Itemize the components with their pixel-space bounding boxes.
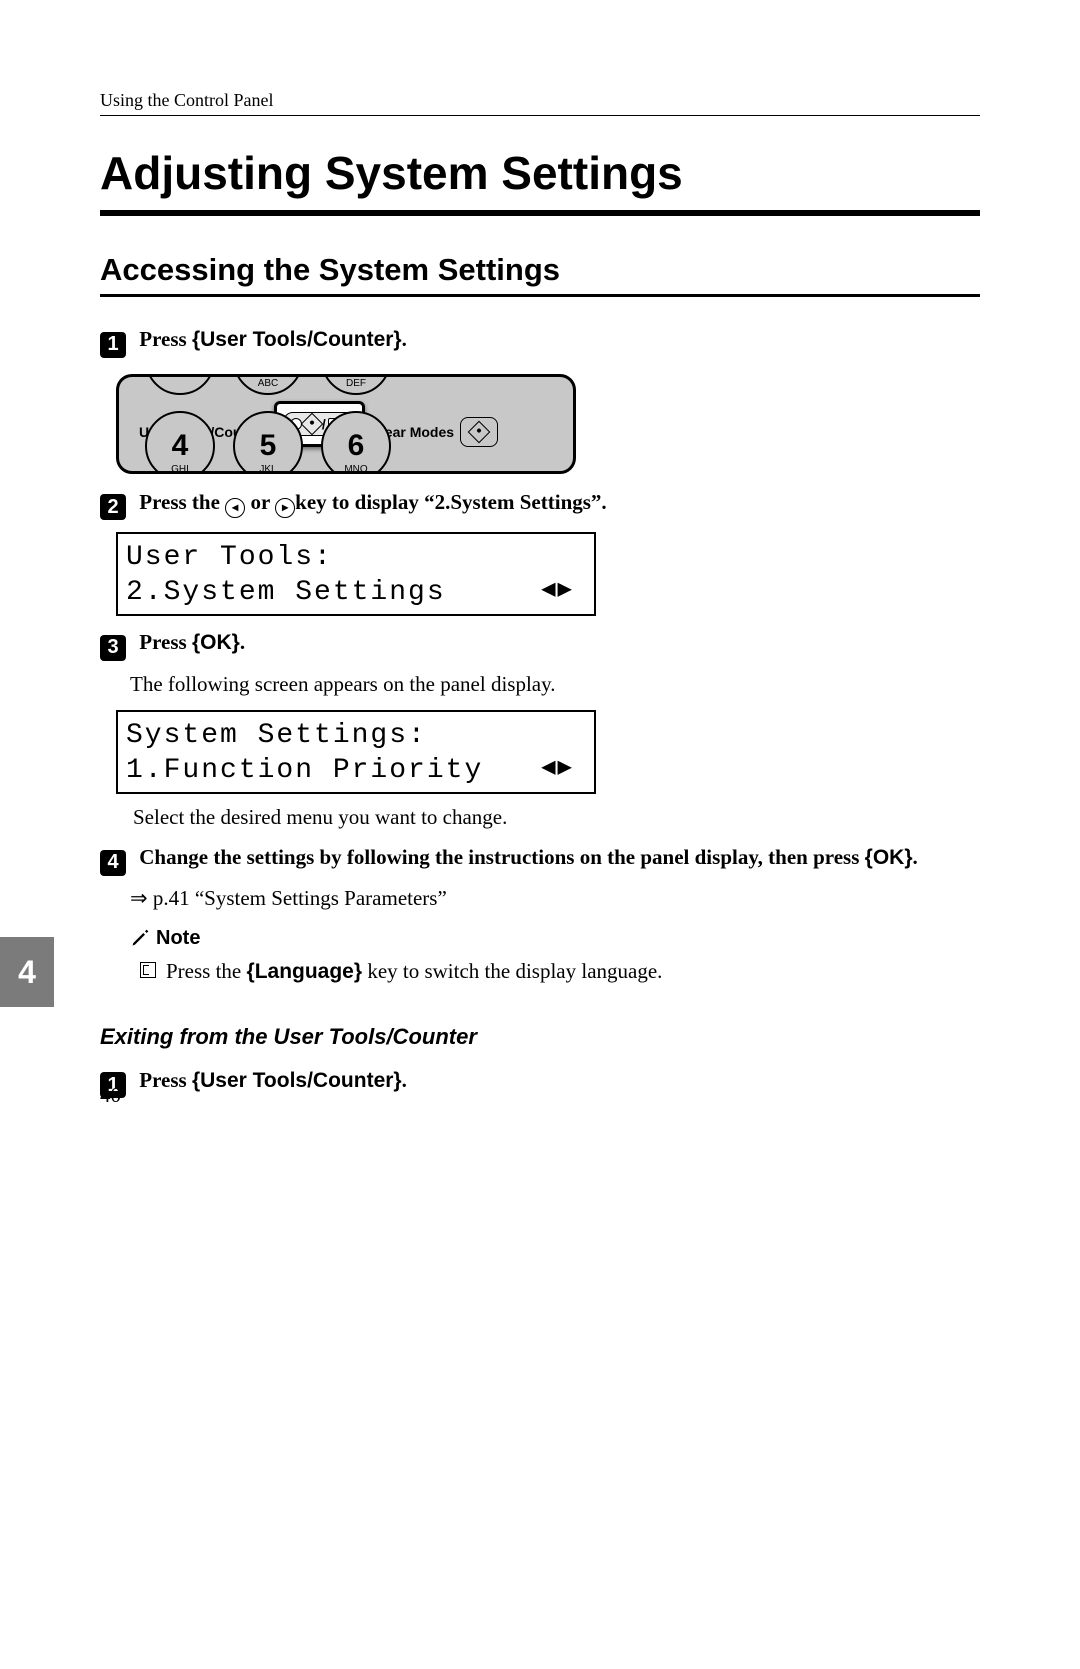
step-badge-4: 4 (100, 850, 126, 876)
key-bracket-close: } (393, 1069, 401, 1092)
exit-step-1-suffix: . (402, 1068, 407, 1092)
exit-subheading: Exiting from the User Tools/Counter (100, 1024, 980, 1050)
note-label: Note (156, 927, 200, 950)
step-1: 1 Press {User Tools/Counter}. (100, 327, 980, 358)
step-3-body: The following screen appears on the pane… (130, 671, 980, 698)
keypad-6: 6MNO (321, 411, 391, 474)
chapter-tab: 4 (0, 937, 54, 1007)
lcd1-line2: 2.System Settings (126, 575, 586, 610)
key-bracket-open: { (192, 631, 200, 654)
step-1-prefix: Press (139, 327, 192, 351)
step-2-mid: or (245, 490, 275, 514)
title-underline (100, 210, 980, 216)
key-bracket-open: { (865, 846, 873, 869)
step-3-prefix: Press (139, 630, 192, 654)
step-4-suffix: . (913, 845, 918, 869)
step-1-suffix: . (402, 327, 407, 351)
step-2-prefix: Press the (139, 490, 225, 514)
key-bracket-close: } (904, 846, 912, 869)
step-2-suffix: key to display “2.System Settings”. (295, 490, 607, 514)
pencil-icon (130, 928, 150, 948)
key-bracket-open: { (192, 1069, 200, 1092)
clear-modes-button (460, 417, 498, 447)
left-arrow-icon: ◂ (225, 498, 245, 518)
reference-link: ⇒ p.41 “System Settings Parameters” (130, 886, 980, 911)
step-4-text: Change the settings by following the ins… (139, 845, 864, 869)
keypad-2: 2ABC (233, 374, 303, 395)
key-bracket-open: { (247, 960, 255, 983)
step-badge-2: 2 (100, 494, 126, 520)
key-user-tools: User Tools/Counter (200, 328, 393, 351)
note-bullet: Press the {Language} key to switch the d… (140, 956, 980, 984)
key-bracket-close: } (393, 328, 401, 351)
step-3: 3 Press {OK}. (100, 630, 980, 661)
bullet-icon (140, 962, 156, 978)
right-arrow-icon: ▸ (275, 498, 295, 518)
exit-step-1: 1 Press {User Tools/Counter}. (100, 1068, 980, 1099)
page-number: 40 (100, 1083, 121, 1108)
lcd-display-1: User Tools: 2.System Settings ◀▶ (116, 532, 596, 616)
keypad-4: 4GHI (145, 411, 215, 474)
step-3-after: Select the desired menu you want to chan… (133, 804, 980, 831)
clear-stop-button: C/ (421, 374, 491, 377)
section-heading: Accessing the System Settings (100, 252, 980, 288)
lcd-nav-arrows-icon: ◀▶ (541, 754, 574, 784)
diamond-icon (468, 420, 491, 443)
exit-step-1-prefix: Press (139, 1068, 192, 1092)
key-bracket-close: } (232, 631, 240, 654)
step-badge-1: 1 (100, 332, 126, 358)
key-bracket-open: { (192, 328, 200, 351)
lcd1-line1: User Tools: (126, 540, 586, 575)
running-header: Using the Control Panel (100, 90, 980, 116)
step-badge-3: 3 (100, 635, 126, 661)
step-2: 2 Press the ◂ or ▸key to display “2.Syst… (100, 490, 980, 521)
step-4: 4 Change the settings by following the i… (100, 845, 980, 876)
page-title: Adjusting System Settings (100, 146, 980, 200)
note-suffix: key to switch the display language. (362, 959, 662, 983)
control-panel-illustration: User Tools/Counter / 123 Clear Modes (116, 374, 576, 474)
lcd2-line2: 1.Function Priority (126, 753, 586, 788)
section-underline (100, 294, 980, 297)
key-language: Language (255, 960, 354, 983)
key-ok: OK (873, 846, 905, 869)
key-bracket-close: } (354, 960, 362, 983)
key-ok: OK (200, 631, 232, 654)
key-user-tools: User Tools/Counter (200, 1069, 393, 1092)
lcd2-line1: System Settings: (126, 718, 586, 753)
keypad-5: 5JKL (233, 411, 303, 474)
lcd-nav-arrows-icon: ◀▶ (541, 576, 574, 606)
note-prefix: Press the (166, 959, 247, 983)
keypad-3: 3DEF (321, 374, 391, 395)
step-3-suffix: . (240, 630, 245, 654)
lcd-display-2: System Settings: 1.Function Priority ◀▶ (116, 710, 596, 794)
keypad-1: 1 (145, 374, 215, 395)
